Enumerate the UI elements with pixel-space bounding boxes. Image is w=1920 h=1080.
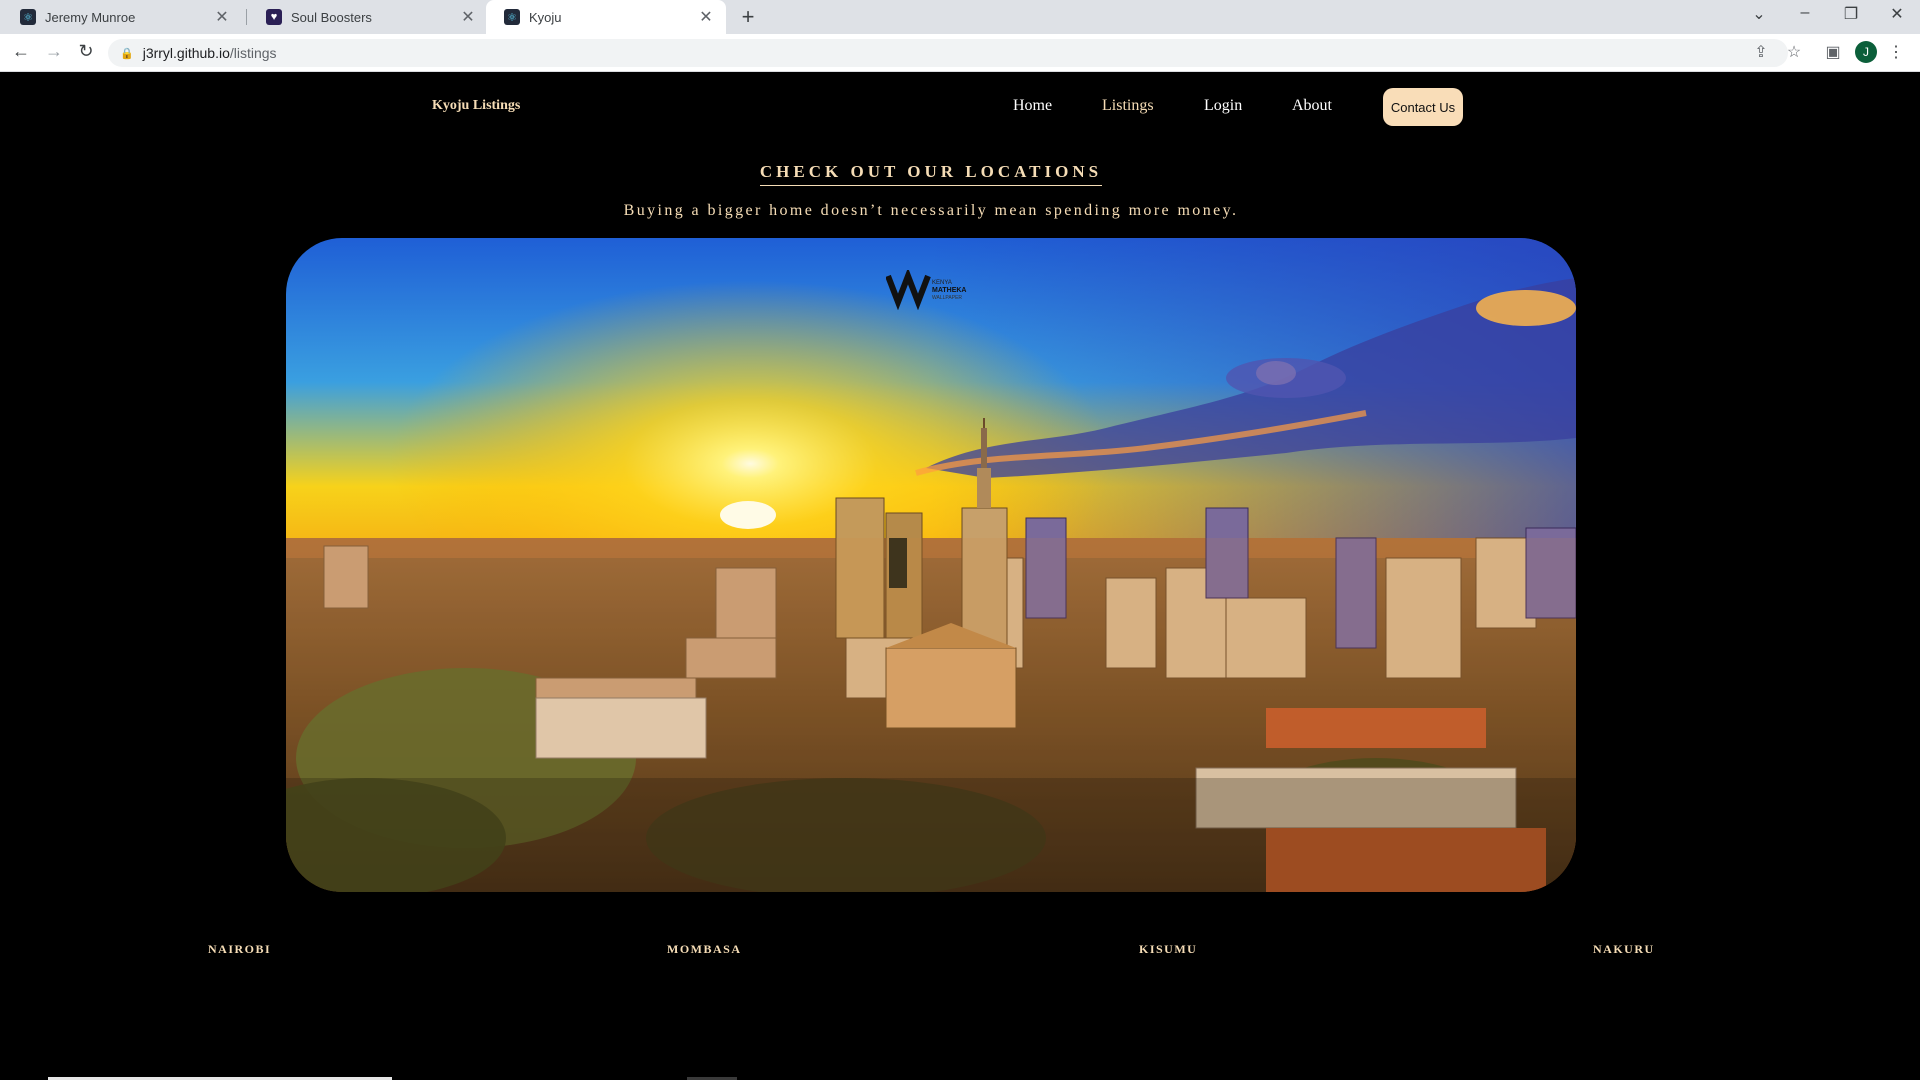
forward-icon[interactable]: →: [42, 41, 66, 62]
tab-title: Kyoju: [529, 9, 562, 25]
browser-toolbar: ← → ↻ 🔒 j3rryl.github.io/listings ⇪ ☆ ▣ …: [0, 34, 1920, 72]
soul-icon: ♥: [266, 9, 282, 25]
window-close-icon[interactable]: ✕: [1882, 4, 1912, 24]
nav-login[interactable]: Login: [1204, 97, 1242, 115]
close-icon[interactable]: ✕: [214, 7, 230, 27]
nav-home[interactable]: Home: [1013, 97, 1052, 115]
url-path: /listings: [229, 45, 277, 61]
city-nakuru[interactable]: NAKURU: [1593, 942, 1655, 957]
minimize-icon[interactable]: –: [1790, 4, 1820, 22]
city-mombasa[interactable]: MOMBASA: [667, 942, 742, 957]
tab-title: Jeremy Munroe: [45, 9, 136, 25]
tab-jeremy-munroe[interactable]: ⚛ Jeremy Munroe ✕: [2, 0, 242, 34]
close-icon[interactable]: ✕: [698, 7, 714, 27]
hero-city-image: KENYA MATHEKA WALLPAPER: [286, 238, 1576, 892]
site-brand[interactable]: Kyoju Listings: [432, 98, 520, 114]
restore-icon[interactable]: ❐: [1836, 4, 1866, 24]
section-heading: CHECK OUT OUR LOCATIONS: [0, 162, 1862, 186]
lock-icon: 🔒: [120, 47, 134, 60]
reload-icon[interactable]: ↻: [74, 41, 98, 62]
bookmark-star-icon[interactable]: ☆: [1783, 42, 1805, 62]
side-panel-icon[interactable]: ▣: [1822, 42, 1844, 62]
new-tab-icon[interactable]: +: [736, 4, 760, 30]
city-skyline-picture: [286, 238, 1576, 892]
nav-listings[interactable]: Listings: [1102, 97, 1154, 115]
tab-title: Soul Boosters: [291, 9, 372, 25]
watermark-logo: KENYA MATHEKA WALLPAPER: [886, 270, 976, 310]
browser-tab-strip: ⚛ Jeremy Munroe ✕ ♥ Soul Boosters ✕ ⚛ Ky…: [0, 0, 1920, 34]
react-icon: ⚛: [504, 9, 520, 25]
svg-text:WALLPAPER: WALLPAPER: [932, 295, 962, 301]
page-content: Kyoju Listings Home Listings Login About…: [0, 72, 1920, 1080]
contact-us-button[interactable]: Contact Us: [1383, 88, 1463, 126]
watermark-graphic: KENYA MATHEKA WALLPAPER: [886, 270, 966, 310]
profile-avatar[interactable]: J: [1855, 41, 1877, 63]
svg-text:MATHEKA: MATHEKA: [932, 287, 966, 294]
tab-soul-boosters[interactable]: ♥ Soul Boosters ✕: [248, 0, 488, 34]
share-icon[interactable]: ⇪: [1750, 42, 1772, 62]
section-heading-text: CHECK OUT OUR LOCATIONS: [759, 162, 1103, 186]
city-nairobi[interactable]: NAIROBI: [208, 942, 271, 957]
react-icon: ⚛: [20, 9, 36, 25]
more-menu-icon[interactable]: ⋮: [1888, 42, 1904, 62]
address-bar[interactable]: 🔒 j3rryl.github.io/listings: [108, 39, 1788, 67]
city-kisumu[interactable]: KISUMU: [1139, 942, 1197, 957]
svg-text:KENYA: KENYA: [932, 280, 952, 286]
nav-about[interactable]: About: [1292, 97, 1332, 115]
tab-search-icon[interactable]: ⌄: [1744, 4, 1774, 24]
tab-separator: [246, 9, 247, 25]
back-icon[interactable]: ←: [9, 41, 33, 62]
section-subheading: Buying a bigger home doesn’t necessarily…: [623, 202, 1239, 219]
close-icon[interactable]: ✕: [460, 7, 476, 27]
url-host: j3rryl.github.io: [142, 45, 230, 61]
tab-kyoju[interactable]: ⚛ Kyoju ✕: [486, 0, 726, 34]
